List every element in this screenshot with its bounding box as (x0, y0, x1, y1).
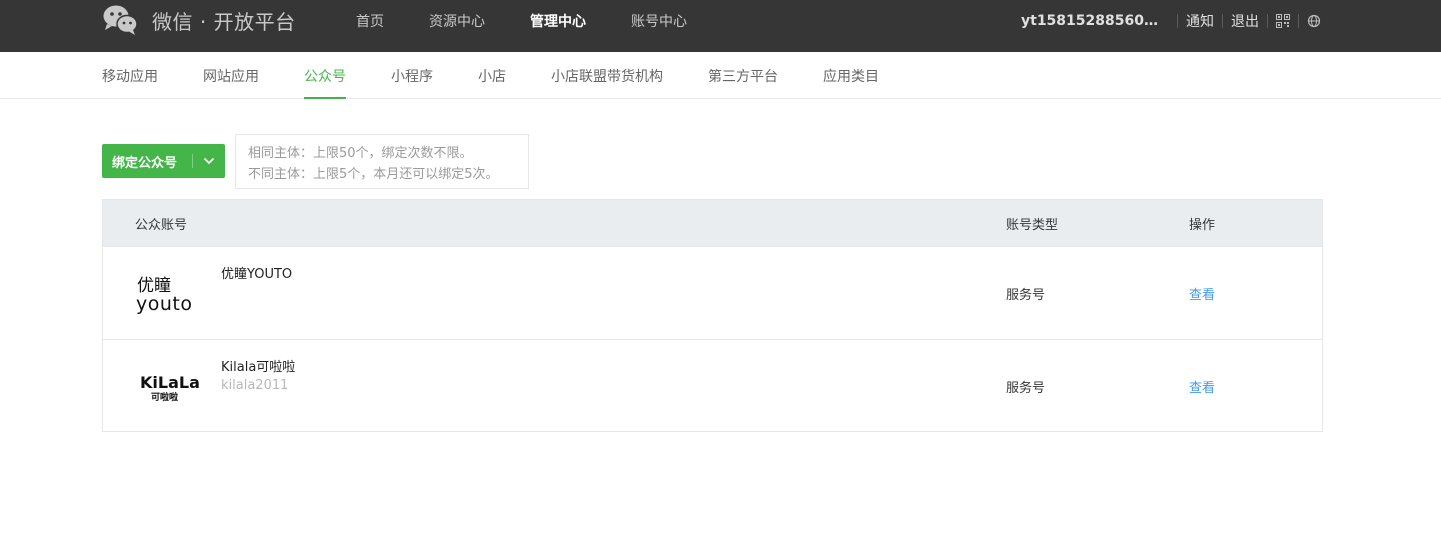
tab-web-apps[interactable]: 网站应用 (203, 52, 259, 99)
logo-text-top: KiLaLa (140, 373, 200, 392)
header-account: 公众账号 (135, 217, 188, 233)
account-name: Kilala可啦啦 (221, 360, 296, 375)
chevron-down-icon (203, 157, 215, 165)
bind-account-button[interactable]: 绑定公众号 (102, 144, 225, 178)
bind-limit-tip: 相同主体：上限50个，绑定次数不限。 不同主体：上限5个，本月还可以绑定5次。 (235, 134, 529, 189)
account-type: 服务号 (1006, 381, 1046, 396)
table-header: 公众账号 账号类型 操作 (103, 200, 1322, 246)
divider (1222, 14, 1223, 28)
divider (1177, 14, 1178, 28)
tab-mini-programs[interactable]: 小程序 (391, 52, 433, 99)
tab-mobile-apps[interactable]: 移动应用 (102, 52, 158, 99)
globe-icon[interactable] (1307, 14, 1321, 28)
accounts-table: 公众账号 账号类型 操作 优瞳 youto 优瞳YOUTO 服务号 查看 KiL… (102, 199, 1323, 432)
tab-third-party[interactable]: 第三方平台 (708, 52, 778, 99)
logo-text-bottom: youto (136, 293, 193, 315)
bind-dropdown-toggle[interactable] (193, 157, 225, 165)
account-id: kilala2011 (221, 378, 289, 393)
divider (1298, 14, 1299, 28)
top-nav: 首页 资源中心 管理中心 账号中心 (356, 0, 732, 42)
tip-different-entity: 不同主体：上限5个，本月还可以绑定5次。 (248, 167, 499, 182)
tab-shops[interactable]: 小店 (478, 52, 506, 99)
account-logo: 优瞳 youto (136, 276, 193, 315)
wechat-logo-icon (103, 5, 138, 35)
top-nav-account[interactable]: 账号中心 (631, 11, 687, 31)
brand-name: 微信 · 开放平台 (152, 9, 296, 34)
sub-nav: 移动应用 网站应用 公众号 小程序 小店 小店联盟带货机构 第三方平台 应用类目 (0, 52, 1441, 99)
bind-account-label: 绑定公众号 (112, 155, 178, 171)
divider (1267, 14, 1268, 28)
table-row: 优瞳 youto 优瞳YOUTO 服务号 查看 (103, 246, 1322, 339)
tip-same-entity: 相同主体：上限50个，绑定次数不限。 (248, 146, 473, 161)
top-right-actions: yt15815288560@16... 通知 退出 (1021, 0, 1321, 42)
tab-shop-affiliates[interactable]: 小店联盟带货机构 (551, 52, 663, 99)
top-nav-home[interactable]: 首页 (356, 11, 384, 31)
header-action: 操作 (1189, 217, 1216, 233)
account-type: 服务号 (1006, 288, 1046, 303)
header-type: 账号类型 (1006, 217, 1059, 233)
user-account[interactable]: yt15815288560@16... (1021, 13, 1169, 29)
notify-link[interactable]: 通知 (1186, 11, 1214, 31)
view-link[interactable]: 查看 (1189, 247, 1215, 340)
view-link[interactable]: 查看 (1189, 340, 1215, 433)
top-nav-resources[interactable]: 资源中心 (429, 11, 485, 31)
account-logo: KiLaLa 可啦啦 (140, 373, 200, 403)
account-name: 优瞳YOUTO (221, 267, 293, 282)
qr-code-icon[interactable] (1276, 14, 1290, 28)
logout-link[interactable]: 退出 (1231, 11, 1259, 31)
tab-official-accounts[interactable]: 公众号 (304, 52, 346, 99)
table-row: KiLaLa 可啦啦 Kilala可啦啦 kilala2011 服务号 查看 (103, 339, 1322, 432)
top-nav-management[interactable]: 管理中心 (530, 11, 586, 31)
tab-app-categories[interactable]: 应用类目 (823, 52, 879, 99)
brand[interactable]: 微信 · 开放平台 (102, 4, 296, 36)
logo-text-bottom: 可啦啦 (151, 391, 178, 403)
top-bar: 微信 · 开放平台 首页 资源中心 管理中心 账号中心 yt1581528856… (0, 0, 1441, 52)
